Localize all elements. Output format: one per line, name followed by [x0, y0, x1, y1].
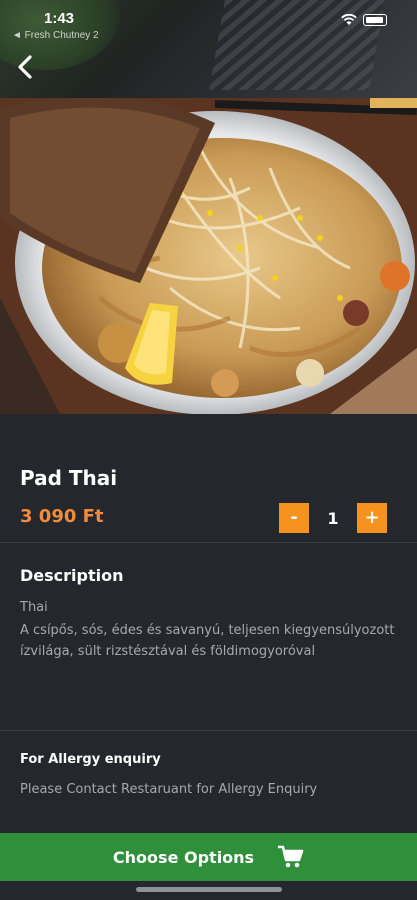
back-button[interactable] [12, 52, 38, 82]
allergy-title: For Allergy enquiry [20, 752, 161, 767]
cart-icon [278, 845, 304, 869]
choose-options-label: Choose Options [112, 847, 255, 867]
dish-image [0, 98, 417, 414]
chevron-left-icon [18, 55, 32, 79]
dish-price: 3 090 Ft [20, 506, 104, 527]
wifi-icon [341, 14, 357, 25]
status-icons [341, 14, 387, 26]
status-bar: 1:43 ◄ Fresh Chutney 2 [0, 0, 417, 41]
status-time: 1:43 [44, 10, 75, 27]
increment-button[interactable]: + [357, 503, 387, 533]
description-title: Description [20, 566, 124, 585]
description-category: Thai [20, 600, 48, 615]
choose-options-button[interactable]: Choose Options [0, 833, 417, 881]
battery-icon [363, 14, 387, 26]
pad-thai-photo [0, 98, 417, 414]
home-indicator [136, 887, 282, 892]
quantity-value: 1 [327, 508, 339, 528]
allergy-text: Please Contact Restaruant for Allergy En… [20, 782, 318, 797]
description-text: A csípős, sós, édes és savanyú, teljesen… [20, 623, 395, 659]
quantity-stepper: - 1 + [279, 503, 387, 533]
back-to-app-link[interactable]: ◄ Fresh Chutney 2 [12, 30, 99, 41]
divider [0, 542, 417, 543]
decrement-button[interactable]: - [279, 503, 309, 533]
divider [0, 730, 417, 731]
dish-name: Pad Thai [20, 466, 118, 490]
